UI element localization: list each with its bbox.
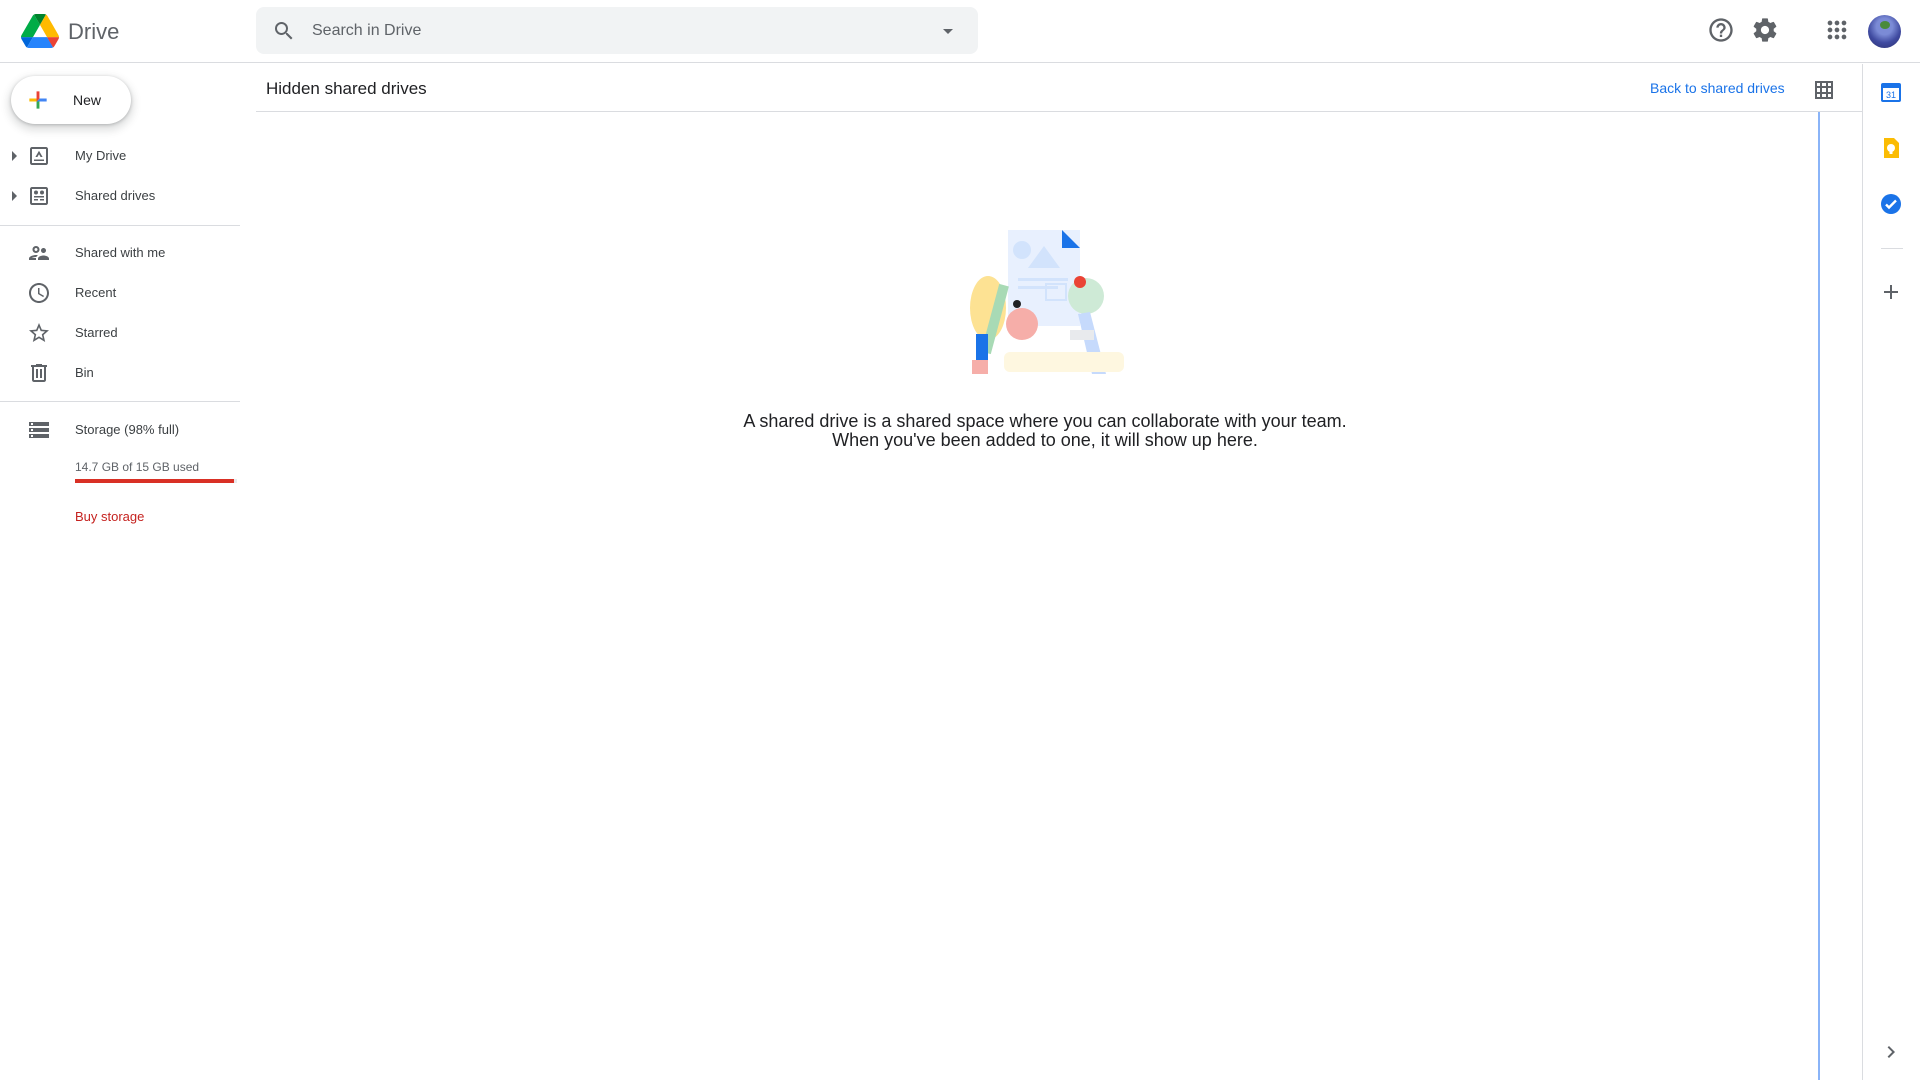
sidebar-item-shared-with-me[interactable]: Shared with me (0, 233, 240, 273)
sidebar-divider (0, 401, 240, 402)
star-icon (29, 323, 49, 342)
clock-icon (29, 283, 49, 303)
new-button-label: New (73, 92, 102, 108)
sidebar-item-storage[interactable]: Storage (98% full) (0, 410, 240, 450)
add-icon[interactable] (1879, 280, 1903, 304)
drive-logo-icon[interactable] (20, 14, 60, 48)
sidebar-item-shared-drives[interactable]: Shared drives (0, 176, 240, 216)
page-title: Hidden shared drives (266, 79, 427, 98)
calendar-day: 31 (1886, 90, 1896, 100)
plus-icon (29, 91, 47, 109)
sidebar-item-label: Storage (98% full) (75, 422, 180, 437)
new-button[interactable]: New (11, 76, 131, 124)
app-name[interactable]: Drive (68, 19, 119, 45)
back-to-shared-drives-link[interactable]: Back to shared drives (1650, 80, 1785, 96)
expand-arrow-icon[interactable] (12, 151, 17, 161)
empty-state-illustration (970, 230, 1124, 374)
sidebar-item-my-drive[interactable]: My Drive (0, 136, 240, 176)
expand-arrow-icon[interactable] (12, 191, 17, 201)
storage-progress-fill (75, 479, 234, 483)
account-avatar[interactable] (1868, 15, 1901, 48)
sidebar-item-starred[interactable]: Starred (0, 313, 240, 353)
grid-view-icon[interactable] (1812, 78, 1836, 102)
keep-icon[interactable] (1879, 136, 1903, 160)
apps-icon[interactable] (1823, 16, 1851, 44)
top-bar: Drive (0, 0, 1920, 63)
sidebar-item-recent[interactable]: Recent (0, 273, 240, 313)
tasks-icon[interactable] (1879, 192, 1903, 216)
buy-storage-link[interactable]: Buy storage (75, 509, 144, 524)
search-icon[interactable] (272, 19, 296, 43)
shared-drives-icon (30, 187, 48, 205)
storage-usage-text: 14.7 GB of 15 GB used (75, 460, 200, 474)
people-icon (29, 246, 49, 260)
search-input[interactable] (312, 7, 892, 54)
chevron-right-icon[interactable] (1879, 1040, 1903, 1064)
calendar-icon[interactable]: 31 (1879, 80, 1903, 104)
sidebar-item-label: My Drive (75, 148, 127, 163)
sidebar-item-label: Shared with me (75, 245, 166, 260)
search-bar[interactable] (256, 7, 978, 54)
settings-icon[interactable] (1751, 16, 1779, 44)
search-options-icon[interactable] (936, 19, 960, 43)
trash-icon (31, 364, 47, 382)
sidebar-divider (0, 225, 240, 226)
side-panel-divider (1881, 248, 1903, 249)
sidebar-item-label: Bin (75, 365, 94, 380)
help-icon[interactable] (1707, 16, 1735, 44)
main-header: Hidden shared drives Back to shared driv… (256, 64, 1862, 112)
storage-progress-bar (75, 479, 237, 483)
side-panel: 31 (1862, 64, 1920, 1080)
storage-icon (29, 422, 49, 438)
sidebar-item-label: Shared drives (75, 188, 156, 203)
details-pane-edge (1818, 112, 1820, 1080)
sidebar-item-bin[interactable]: Bin (0, 353, 240, 393)
sidebar-item-label: Recent (75, 285, 117, 300)
empty-state-message: A shared drive is a shared space where y… (743, 411, 1347, 450)
my-drive-icon (30, 147, 48, 165)
sidebar-item-label: Starred (75, 325, 118, 340)
